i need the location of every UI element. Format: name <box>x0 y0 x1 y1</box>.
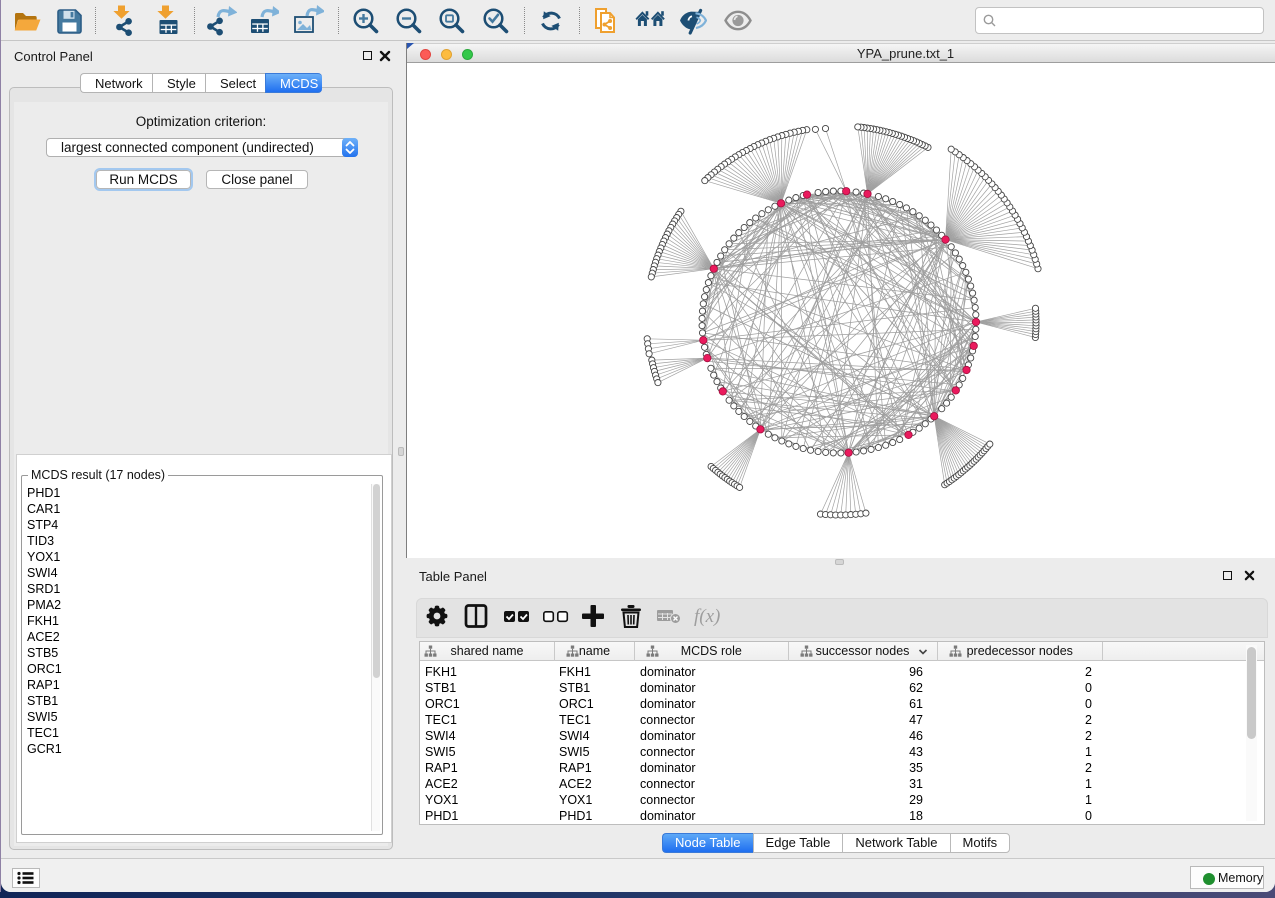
svg-text:f(x): f(x) <box>694 606 720 627</box>
